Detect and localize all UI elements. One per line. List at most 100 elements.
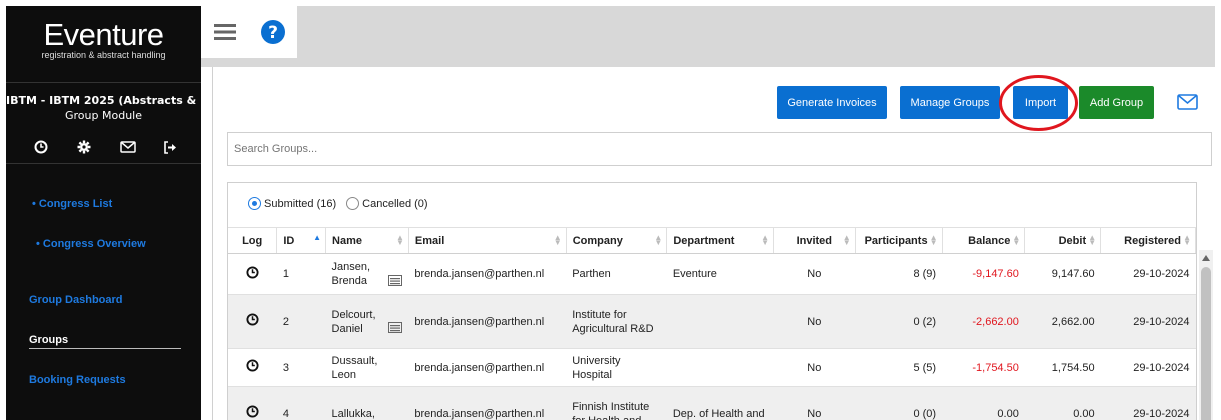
column-header-company[interactable]: Company ▲ ▼ xyxy=(566,227,668,254)
active-item-underline xyxy=(29,348,181,349)
debit-cell: 9,147.60 xyxy=(1024,253,1101,295)
sort-icon: ▲ ▼ xyxy=(842,233,851,247)
email-cell: brenda.jansen@parthen.nl xyxy=(408,386,567,420)
debit-cell: 0.00 xyxy=(1024,386,1101,420)
log-cell[interactable] xyxy=(228,348,277,387)
filter-submitted[interactable]: Submitted (16) xyxy=(248,197,336,210)
question-mark-icon: ? xyxy=(261,20,285,44)
invited-cell: No xyxy=(773,348,856,387)
log-cell[interactable] xyxy=(228,294,277,349)
debit-cell: 2,662.00 xyxy=(1024,294,1101,349)
invited-cell: No xyxy=(773,294,856,349)
balance-cell: 0.00 xyxy=(942,386,1025,420)
sort-icon: ▲ ▼ xyxy=(1183,233,1191,247)
department-cell xyxy=(666,294,774,349)
department-cell xyxy=(666,348,774,387)
log-cell[interactable] xyxy=(228,386,277,420)
column-header-registered[interactable]: Registered ▲ ▼ xyxy=(1100,227,1196,254)
column-header-email[interactable]: Email ▲ ▼ xyxy=(408,227,567,254)
eventure-logo[interactable]: Eventure registration & abstract handlin… xyxy=(6,17,201,60)
groups-table: Log ID ▲ Name ▲ ▼ Email ▲ ▼ Company ▲ ▼ Departm… xyxy=(228,227,1196,420)
department-cell: Dep. of Health and xyxy=(666,386,774,420)
registered-cell: 29-10-2024 xyxy=(1100,294,1196,349)
filter-submitted-label: Submitted (16) xyxy=(264,197,337,210)
sort-icon: ▲ ▼ xyxy=(654,233,663,247)
sort-icon: ▲ ▼ xyxy=(395,233,404,247)
top-bar: ? xyxy=(201,6,1215,67)
clock-icon[interactable] xyxy=(246,405,259,418)
clock-icon[interactable] xyxy=(246,359,259,372)
mail-icon[interactable] xyxy=(1177,94,1198,113)
debit-cell: 1,754.50 xyxy=(1024,348,1101,387)
email-cell: brenda.jansen@parthen.nl xyxy=(408,294,567,349)
card-icon[interactable] xyxy=(388,322,403,333)
name-cell[interactable]: Dussault, Leon xyxy=(325,348,409,387)
sidebar-item-booking-requests[interactable]: Booking Requests xyxy=(29,374,126,386)
table-row[interactable]: 1 Jansen, Brenda brenda.jansen@parthen.n… xyxy=(228,253,1196,295)
table-row[interactable]: 3 Dussault, Leon brenda.jansen@parthen.n… xyxy=(228,348,1196,387)
clock-icon[interactable] xyxy=(246,313,259,326)
log-cell[interactable] xyxy=(228,253,277,295)
generate-invoices-button[interactable]: Generate Invoices xyxy=(777,86,887,119)
manage-groups-button[interactable]: Manage Groups xyxy=(900,86,1000,119)
company-cell: Finnish Institute for Health and xyxy=(566,386,667,420)
status-filters: Submitted (16) Cancelled (0) xyxy=(248,197,438,210)
filter-cancelled[interactable]: Cancelled (0) xyxy=(346,197,428,210)
logo-title: Eventure xyxy=(43,17,164,52)
search-groups-input[interactable] xyxy=(227,132,1212,166)
filter-cancelled-label: Cancelled (0) xyxy=(362,197,428,210)
column-header-debit[interactable]: Debit ▲ ▼ xyxy=(1024,227,1102,254)
balance-cell: -9,147.60 xyxy=(942,253,1025,295)
divider xyxy=(6,82,201,83)
svg-text:?: ? xyxy=(268,23,278,43)
email-cell: brenda.jansen@parthen.nl xyxy=(408,348,567,387)
id-cell: 4 xyxy=(276,386,326,420)
registered-cell: 29-10-2024 xyxy=(1100,386,1196,420)
table-scrollbar[interactable] xyxy=(1199,250,1213,420)
company-cell: Parthen xyxy=(566,253,667,295)
table-header-row: Log ID ▲ Name ▲ ▼ Email ▲ ▼ Company ▲ ▼ Departm… xyxy=(228,227,1196,254)
sidebar-item-congress-list[interactable]: • Congress List xyxy=(32,198,112,210)
column-header-log: Log xyxy=(228,227,278,254)
gear-icon[interactable] xyxy=(74,137,94,157)
scroll-up-icon[interactable] xyxy=(1202,255,1210,261)
email-cell: brenda.jansen@parthen.nl xyxy=(408,253,567,295)
table-row[interactable]: 4 Lallukka, brenda.jansen@parthen.nl Fin… xyxy=(228,386,1196,420)
column-header-name[interactable]: Name ▲ ▼ xyxy=(325,227,409,254)
registered-cell: 29-10-2024 xyxy=(1100,348,1196,387)
help-button[interactable]: ? xyxy=(249,6,297,58)
company-cell: University Hospital xyxy=(566,348,667,387)
radio-unselected-icon xyxy=(346,197,360,210)
company-cell: Institute for Agricultural R&D xyxy=(566,294,667,349)
invited-cell: No xyxy=(773,386,856,420)
sort-icon: ▲ ▼ xyxy=(1088,233,1097,247)
mail-icon[interactable] xyxy=(118,137,138,157)
highlight-annotation-circle xyxy=(999,75,1078,131)
hamburger-menu-button[interactable] xyxy=(201,6,249,58)
logout-icon[interactable] xyxy=(161,137,181,157)
name-cell[interactable]: Jansen, Brenda xyxy=(325,253,409,295)
name-cell[interactable]: Delcourt, Daniel xyxy=(325,294,409,349)
sidebar-item-groups[interactable]: Groups xyxy=(29,334,68,346)
hamburger-icon xyxy=(214,24,236,40)
scrollbar-thumb[interactable] xyxy=(1201,267,1211,420)
clock-icon[interactable] xyxy=(246,265,259,279)
card-icon[interactable] xyxy=(388,275,403,286)
column-header-id[interactable]: ID ▲ xyxy=(276,227,327,254)
sidebar-item-group-dashboard[interactable]: Group Dashboard xyxy=(29,294,123,306)
column-header-balance[interactable]: Balance ▲ ▼ xyxy=(942,227,1026,254)
add-group-button[interactable]: Add Group xyxy=(1079,86,1154,119)
sort-icon: ▲ ▼ xyxy=(553,233,562,247)
column-header-invited[interactable]: Invited ▲ ▼ xyxy=(773,227,856,254)
radio-selected-icon xyxy=(248,197,261,210)
column-header-participants[interactable]: Participants ▲ ▼ xyxy=(855,227,943,254)
sidebar-item-congress-overview[interactable]: • Congress Overview xyxy=(36,238,146,250)
name-cell[interactable]: Lallukka, xyxy=(325,386,409,420)
id-cell: 2 xyxy=(276,294,326,349)
table-row[interactable]: 2 Delcourt, Daniel brenda.jansen@parthen… xyxy=(228,294,1196,349)
clock-icon[interactable] xyxy=(31,137,51,157)
event-title: IBTM - IBTM 2025 (Abstracts & Par... xyxy=(6,94,201,107)
column-header-department[interactable]: Department ▲ ▼ xyxy=(666,227,774,254)
id-cell: 3 xyxy=(276,348,326,387)
participants-cell: 0 (2) xyxy=(855,294,943,349)
